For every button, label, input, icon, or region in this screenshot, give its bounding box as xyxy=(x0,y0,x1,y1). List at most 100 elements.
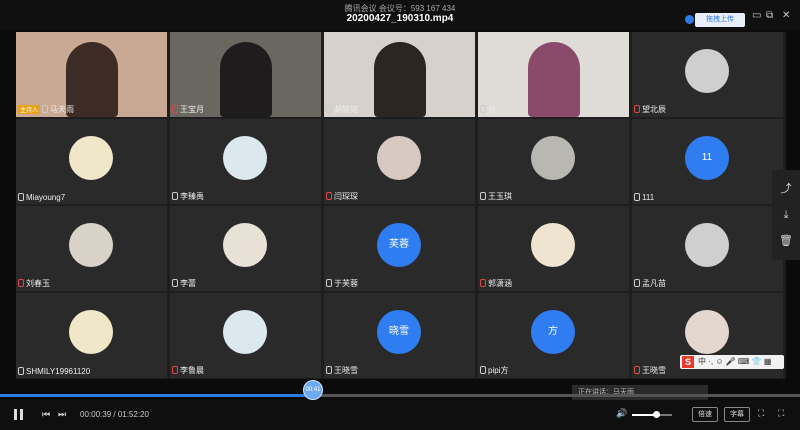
participant-tile[interactable]: 晓雪 王晓雪 xyxy=(324,293,475,378)
minimize-button[interactable]: ▭ xyxy=(752,10,761,21)
prev-icon[interactable]: ⏮ xyxy=(42,409,50,420)
fullscreen-icon[interactable]: ⛶ xyxy=(758,408,764,419)
download-icon[interactable]: ⤓ xyxy=(779,208,793,222)
participant-name: 王玉琪 xyxy=(488,192,512,201)
participant-name: 王晓雪 xyxy=(642,366,666,375)
subtitle-button[interactable]: 字幕 xyxy=(724,407,750,422)
mic-icon xyxy=(326,192,332,200)
participant-name-label: 郭潇涵 xyxy=(480,278,512,289)
participant-name-label: 刘春玉 xyxy=(18,278,50,289)
player-controls: ⏮ ⏭ 00:00:39 / 01:52:20 🔊 倍速 字幕 ⛶ ⛶ xyxy=(0,400,800,430)
video-feed xyxy=(374,42,426,117)
sogou-icon: S xyxy=(682,356,694,368)
participant-tile[interactable]: 闫琛琛 xyxy=(324,119,475,204)
participant-avatar xyxy=(685,223,729,267)
participant-tile[interactable]: 李鲁晨 xyxy=(170,293,321,378)
participant-name-label: 闫琛琛 xyxy=(326,191,358,202)
participant-tile[interactable]: 郭潇涵 xyxy=(478,206,629,291)
mic-icon xyxy=(634,366,640,374)
participant-tile[interactable]: 11 111 xyxy=(632,119,783,204)
participant-avatar xyxy=(69,310,113,354)
participant-tile[interactable]: 刘春玉 xyxy=(16,206,167,291)
mic-icon xyxy=(42,105,49,113)
mic-icon xyxy=(172,366,178,374)
expand-icon[interactable]: ⛶ xyxy=(778,408,784,419)
participant-tile[interactable]: 王宝月 xyxy=(170,32,321,117)
mic-icon xyxy=(18,367,24,375)
participant-name: pipi方 xyxy=(488,366,509,375)
mic-icon xyxy=(480,279,486,287)
participant-avatar xyxy=(69,136,113,180)
maximize-button[interactable]: ⧉ xyxy=(766,10,773,21)
upload-label: 拖拽上传 xyxy=(706,16,734,23)
participant-tile[interactable]: Miayoung7 xyxy=(16,119,167,204)
participant-avatar xyxy=(223,136,267,180)
title-bar: 腾讯会议 会议号：593 167 434 20200427_190310.mp4… xyxy=(0,0,800,30)
speed-button[interactable]: 倍速 xyxy=(692,407,718,422)
mic-icon xyxy=(634,105,640,113)
participant-name: 李臻禹 xyxy=(180,192,204,201)
participant-avatar xyxy=(531,136,575,180)
participant-avatar: 芙蓉 xyxy=(377,223,421,267)
participant-name-label: Miayoung7 xyxy=(18,193,65,202)
next-icon[interactable]: ⏭ xyxy=(58,409,66,420)
trash-icon[interactable]: 🗑 xyxy=(779,234,793,248)
host-badge: 主持人 xyxy=(18,105,41,114)
participant-tile[interactable]: 李臻禹 xyxy=(170,119,321,204)
participant-name-label: 望北辰 xyxy=(634,104,666,115)
mic-icon xyxy=(326,105,332,113)
participant-name: 孙 xyxy=(488,105,496,114)
ime-toolbar: S 中 ·, ☺ 🎤 ⌨ 👕 ▦ xyxy=(680,355,784,369)
video-feed xyxy=(528,42,580,117)
participant-tile[interactable]: 王玉琪 xyxy=(478,119,629,204)
upload-button[interactable]: 拖拽上传 xyxy=(685,13,745,27)
speaking-indicator: 正在讲话：马天雨 xyxy=(572,385,708,401)
participant-name: 闫琛琛 xyxy=(334,192,358,201)
mic-icon xyxy=(326,279,332,287)
participant-name: 胡铭铭 xyxy=(334,105,358,114)
participant-tile[interactable]: SHMILY19961120 xyxy=(16,293,167,378)
timeline-scrubber[interactable]: 00:41 xyxy=(303,380,323,400)
participant-name-label: 于芙蓉 xyxy=(326,278,358,289)
volume-knob[interactable] xyxy=(653,411,660,418)
participant-tile[interactable]: 方 pipi方 xyxy=(478,293,629,378)
participant-name: SHMILY19961120 xyxy=(26,367,91,376)
mic-icon xyxy=(480,366,486,374)
mic-icon xyxy=(18,193,24,201)
mic-icon xyxy=(480,192,486,200)
share-icon[interactable]: ⤴ xyxy=(779,182,793,196)
participant-name: 郭潇涵 xyxy=(488,279,512,288)
participant-tile[interactable]: 孟凡苗 xyxy=(632,206,783,291)
time-display: 00:00:39 / 01:52:20 xyxy=(80,410,149,419)
timeline[interactable] xyxy=(0,394,800,397)
participant-name-label: 王玉琪 xyxy=(480,191,512,202)
participant-avatar xyxy=(531,223,575,267)
pause-button[interactable] xyxy=(14,409,24,420)
participant-name: Miayoung7 xyxy=(26,193,66,202)
mic-icon xyxy=(172,279,178,287)
participant-name-label: 孟凡苗 xyxy=(634,278,666,289)
participant-name-label: SHMILY19961120 xyxy=(18,367,90,376)
mic-icon xyxy=(18,279,24,287)
close-button[interactable]: ✕ xyxy=(782,10,790,21)
current-time: 00:00:39 xyxy=(80,410,112,419)
participant-tile[interactable]: 芙蓉于芙蓉 xyxy=(324,206,475,291)
participant-avatar: 11 xyxy=(685,136,729,180)
participant-name-label: 王晓雪 xyxy=(634,365,666,376)
participant-tile[interactable]: 望北辰 xyxy=(632,32,783,117)
participant-tile[interactable]: 胡铭铭 xyxy=(324,32,475,117)
mic-icon xyxy=(634,279,640,287)
participant-avatar xyxy=(685,49,729,93)
participant-avatar xyxy=(69,223,113,267)
volume-slider[interactable] xyxy=(632,411,672,418)
participant-tile[interactable]: 李蕾 xyxy=(170,206,321,291)
participant-avatar xyxy=(685,310,729,354)
participant-name-label: 主持人 马天雨 xyxy=(18,104,74,115)
participant-name: 刘春玉 xyxy=(26,279,50,288)
participant-name-label: 王宝月 xyxy=(172,104,204,115)
mic-icon xyxy=(634,193,640,201)
volume-icon[interactable]: 🔊 xyxy=(616,408,627,419)
participant-name-label: 胡铭铭 xyxy=(326,104,358,115)
participant-tile[interactable]: 孙 xyxy=(478,32,629,117)
participant-tile[interactable]: 主持人 马天雨 xyxy=(16,32,167,117)
